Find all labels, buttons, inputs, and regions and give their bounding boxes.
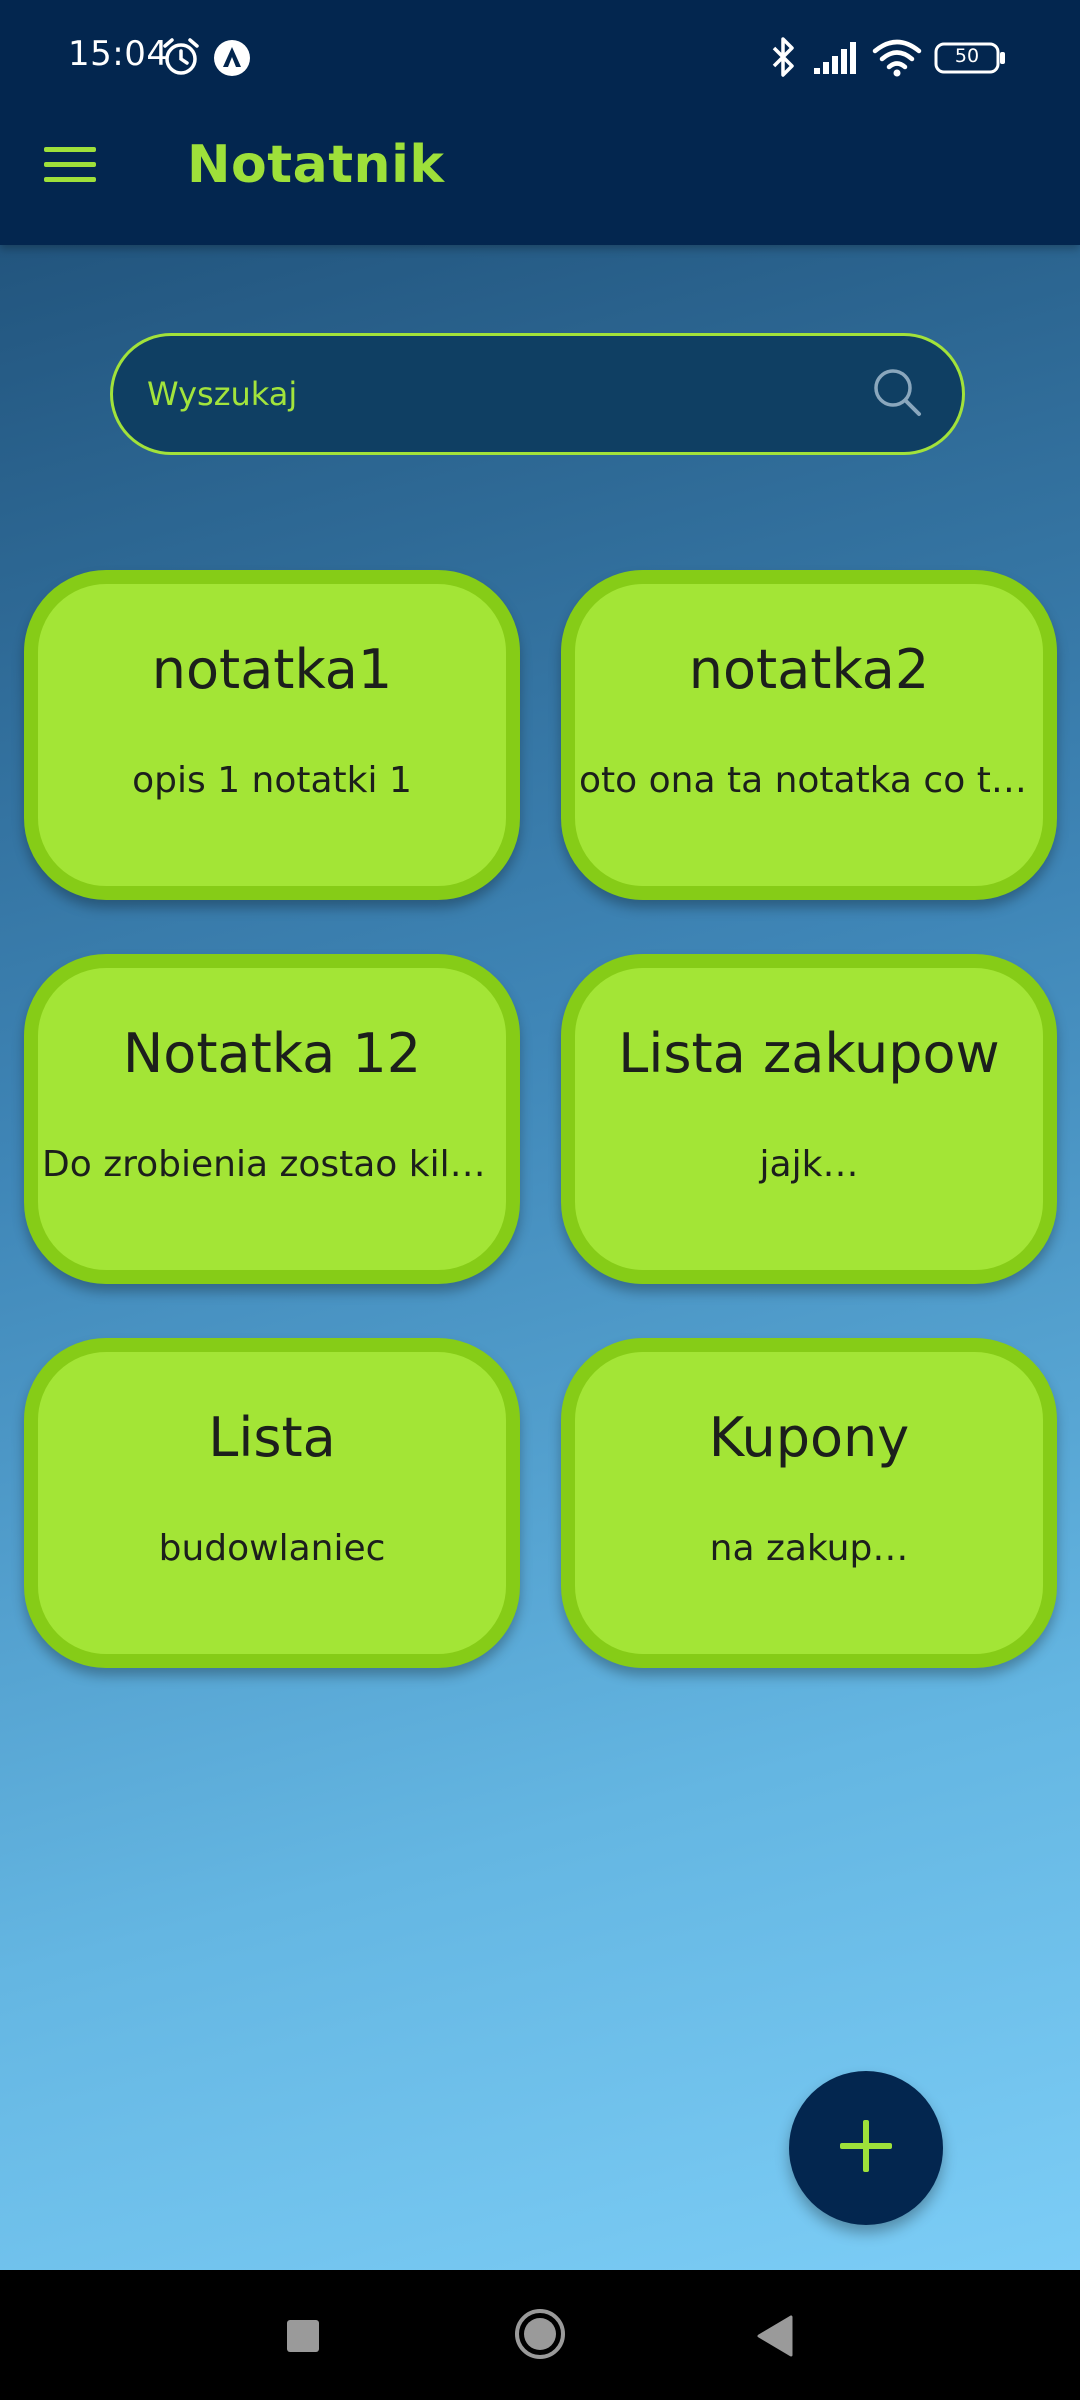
status-time: 15:04 [68,34,169,74]
note-card[interactable]: Lista budowlaniec [24,1338,520,1668]
search-icon [869,364,925,425]
recents-button[interactable] [270,2305,336,2371]
note-description: jajk… [759,1144,859,1185]
note-description: Do zrobienia zostao kilk… [42,1144,506,1185]
note-title: Notatka 12 [122,1022,422,1085]
note-card[interactable]: Lista zakupow jajk… [561,954,1057,1284]
battery-icon: 50 [934,42,1006,74]
note-title: Lista [208,1406,336,1469]
home-button[interactable] [505,2301,575,2371]
search-button[interactable] [860,357,934,431]
home-icon [512,2306,568,2367]
plus-icon [836,2116,896,2181]
recents-icon [286,2319,320,2358]
add-note-button[interactable] [789,2071,943,2225]
note-description: opis 1 notatki 1 [132,760,412,801]
signal-icon [812,40,862,81]
note-title: notatka2 [688,638,930,701]
back-icon [755,2315,795,2362]
note-card[interactable]: notatka2 oto ona ta notatka co to j… [561,570,1057,900]
bluetooth-icon [768,36,798,83]
phone-screen: 15:04 50 Notatnik Wyszukaj notatka1 opis… [0,0,1080,2400]
search-bar[interactable] [110,333,965,455]
wifi-icon [872,38,922,83]
note-description: na zakup… [709,1528,909,1569]
hamburger-menu-icon [44,145,96,190]
note-description: budowlaniec [158,1528,386,1569]
note-title: Lista zakupow [618,1022,1000,1085]
app-notification-icon [212,38,252,83]
note-card[interactable]: notatka1 opis 1 notatki 1 [24,570,520,900]
notes-grid: notatka1 opis 1 notatki 1 notatka2 oto o… [24,570,1057,1668]
search-input[interactable] [113,336,860,452]
back-button[interactable] [742,2305,808,2371]
note-title: notatka1 [151,638,393,701]
menu-button[interactable] [34,136,106,198]
notes-content: notatka1 opis 1 notatki 1 notatka2 oto o… [0,245,1080,2270]
app-title: Notatnik [187,135,445,195]
note-description: oto ona ta notatka co to j… [579,760,1043,801]
note-card[interactable]: Notatka 12 Do zrobienia zostao kilk… [24,954,520,1284]
note-title: Kupony [708,1406,910,1469]
battery-level: 50 [954,45,980,67]
note-card[interactable]: Kupony na zakup… [561,1338,1057,1668]
system-nav-bar [0,2270,1080,2400]
top-app-bar: 15:04 50 Notatnik [0,0,1080,245]
alarm-icon [160,36,202,83]
